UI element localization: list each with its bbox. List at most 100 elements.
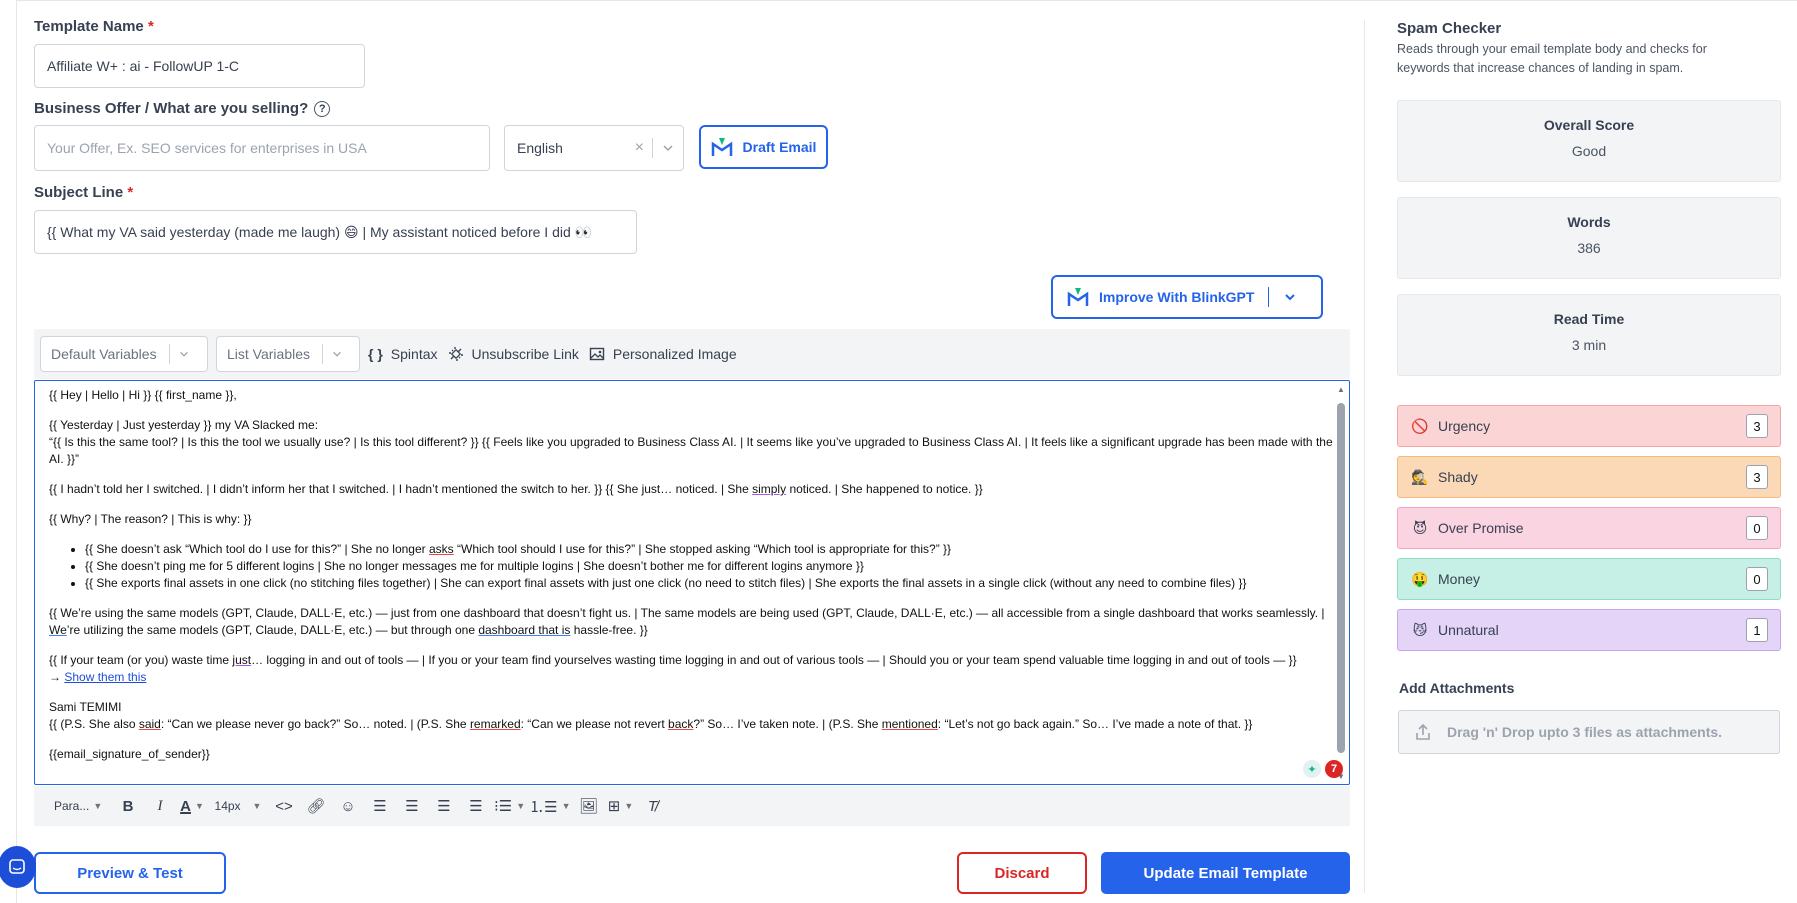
category-shady[interactable]: 🕵 Shady 3 — [1397, 456, 1781, 498]
grammar-icon[interactable]: ✦ — [1303, 760, 1321, 778]
editor-list: {{ She doesn’t ask “Which tool do I use … — [49, 541, 1349, 592]
preview-test-button[interactable]: Preview & Test — [34, 852, 226, 894]
spintax-button[interactable]: { } Spintax — [368, 346, 438, 362]
cat-face-icon: 😼 — [1412, 621, 1428, 638]
numbered-list-icon[interactable]: ⒈☰ ▼ — [529, 792, 570, 820]
over-promise-count: 0 — [1746, 516, 1768, 540]
read-time-card: Read Time 3 min — [1397, 294, 1781, 376]
subject-line-input[interactable]: {{ What my VA said yesterday (made me la… — [34, 210, 637, 254]
template-name-label: Template Name * — [34, 18, 154, 35]
email-body-content[interactable]: {{ Hey | Hello | Hi }} {{ first_name }},… — [49, 387, 1349, 776]
category-urgency[interactable]: 🚫 Urgency 3 — [1397, 405, 1781, 447]
bold-button[interactable]: B — [114, 792, 142, 820]
template-name-input[interactable]: Affiliate W+ : ai - FollowUP 1-C — [34, 44, 365, 88]
grammar-error-count: 7 — [1325, 760, 1343, 778]
align-right-icon[interactable]: ☰ — [430, 792, 458, 820]
blink-logo-icon — [711, 138, 732, 156]
editor-top-toolbar: Default Variables List Variables { } Spi… — [34, 329, 1350, 379]
grammar-checker-badge[interactable]: ✦ 7 — [1303, 760, 1343, 778]
subject-line-label: Subject Line * — [34, 184, 134, 201]
chevron-down-icon[interactable] — [1283, 290, 1297, 304]
braces-icon: { } — [368, 346, 383, 362]
editor-paragraph: {{email_signature_of_sender}} — [49, 747, 210, 761]
urgency-count: 3 — [1746, 414, 1768, 438]
update-email-template-button[interactable]: Update Email Template — [1101, 852, 1350, 894]
select-separator — [652, 138, 653, 158]
button-separator — [1268, 287, 1270, 307]
text-color-button[interactable]: A ▼ — [178, 792, 206, 820]
chat-icon — [9, 859, 25, 874]
spam-checker-title: Spam Checker — [1397, 20, 1502, 37]
scroll-up-icon[interactable]: ▲ — [1337, 385, 1345, 394]
link-icon[interactable]: 🔗︎ — [302, 792, 330, 820]
editor-paragraph: Sami TEMIMI{{ (P.S. She also said: “Can … — [49, 700, 1253, 731]
text-color-icon: A — [180, 797, 191, 815]
scroll-thumb[interactable] — [1337, 403, 1345, 753]
spam-checker-description: Reads through your email template body a… — [1397, 42, 1707, 75]
editor-scrollbar[interactable]: ▲ ▼ — [1335, 383, 1347, 783]
attachment-dropzone[interactable]: Drag 'n' Drop upto 3 files as attachment… — [1398, 710, 1780, 754]
no-entry-icon: 🚫 — [1411, 417, 1429, 434]
paragraph-format-select[interactable]: Para... ▼ — [54, 792, 110, 820]
editor-paragraph: {{ I hadn’t told her I switched. | I did… — [49, 482, 983, 496]
blink-logo-icon — [1067, 288, 1089, 306]
unsubscribe-link-button[interactable]: Unsubscribe Link — [448, 346, 579, 362]
table-icon[interactable]: ⊞ ▼ — [607, 792, 635, 820]
overall-score-card: Overall Score Good — [1397, 100, 1781, 182]
template-editor-panel: Template Name * Affiliate W+ : ai - Foll… — [34, 0, 1350, 903]
spy-icon: 🕵 — [1411, 468, 1429, 485]
chevron-down-icon: ▼ — [252, 801, 262, 811]
language-value: English — [517, 140, 563, 156]
bullet-list-icon[interactable]: ⁝☰ ▼ — [494, 792, 525, 820]
show-them-this-link[interactable]: Show them this — [64, 670, 146, 684]
default-variables-select[interactable]: Default Variables — [40, 336, 208, 372]
category-over-promise[interactable]: 😈 Over Promise 0 — [1397, 507, 1781, 549]
editor-paragraph: {{ If your team (or you) waste time just… — [49, 653, 1297, 684]
italic-button[interactable]: I — [146, 792, 174, 820]
words-card: Words 386 — [1397, 197, 1781, 279]
email-body-editor[interactable]: {{ Hey | Hello | Hi }} {{ first_name }},… — [34, 380, 1350, 785]
unnatural-count: 1 — [1746, 618, 1768, 642]
devil-icon: 😈 — [1412, 519, 1428, 536]
personalized-image-button[interactable]: Personalized Image — [589, 346, 737, 362]
chevron-down-icon — [179, 351, 188, 357]
business-offer-label: Business Offer / What are you selling?? — [34, 100, 331, 117]
emoji-icon[interactable]: ☺ — [334, 792, 362, 820]
font-size-select[interactable]: 14px ▼ — [210, 792, 266, 820]
chevron-down-icon — [663, 145, 673, 152]
editor-paragraph: {{ Yesterday | Just yesterday }} my VA S… — [49, 418, 1333, 466]
improve-blinkgpt-button[interactable]: Improve With BlinkGPT — [1051, 275, 1323, 319]
list-item: {{ She doesn’t ping me for 5 different l… — [85, 558, 1349, 575]
clear-icon[interactable]: × — [635, 139, 644, 157]
align-center-icon[interactable]: ☰ — [398, 792, 426, 820]
chevron-down-icon — [333, 351, 341, 357]
category-money[interactable]: 🤑 Money 0 — [1397, 558, 1781, 600]
business-offer-input[interactable]: Your Offer, Ex. SEO services for enterpr… — [34, 125, 490, 171]
clear-format-icon[interactable]: T̸ — [639, 792, 667, 820]
code-icon[interactable]: <> — [270, 792, 298, 820]
list-variables-select[interactable]: List Variables — [216, 336, 360, 372]
money-face-icon: 🤑 — [1411, 570, 1429, 587]
editor-paragraph: {{ We’re using the same models (GPT, Cla… — [49, 606, 1325, 637]
draft-email-button[interactable]: Draft Email — [699, 125, 828, 169]
help-icon[interactable]: ? — [314, 101, 331, 117]
discard-button[interactable]: Discard — [957, 852, 1087, 894]
align-left-icon[interactable]: ☰ — [366, 792, 394, 820]
insert-image-icon[interactable]: 🖼︎ — [575, 792, 603, 820]
add-attachments-title: Add Attachments — [1399, 680, 1515, 696]
unlink-icon — [448, 347, 463, 361]
category-unnatural[interactable]: 😼 Unnatural 1 — [1397, 609, 1781, 651]
subject-line-value: {{ What my VA said yesterday (made me la… — [47, 223, 593, 240]
align-justify-icon[interactable]: ☰ — [462, 792, 490, 820]
upload-icon — [1416, 723, 1430, 740]
editor-paragraph: {{ Hey | Hello | Hi }} {{ first_name }}, — [49, 388, 237, 402]
shady-count: 3 — [1746, 465, 1768, 489]
money-count: 0 — [1746, 567, 1768, 591]
chevron-down-icon: ▼ — [194, 801, 204, 811]
language-select[interactable]: English × — [504, 125, 684, 171]
chevron-down-icon: ▼ — [93, 801, 103, 811]
image-icon — [589, 347, 605, 361]
editor-paragraph: {{ Why? | The reason? | This is why: }} — [49, 512, 252, 526]
panel-divider — [1364, 20, 1365, 893]
template-name-value: Affiliate W+ : ai - FollowUP 1-C — [47, 58, 240, 74]
